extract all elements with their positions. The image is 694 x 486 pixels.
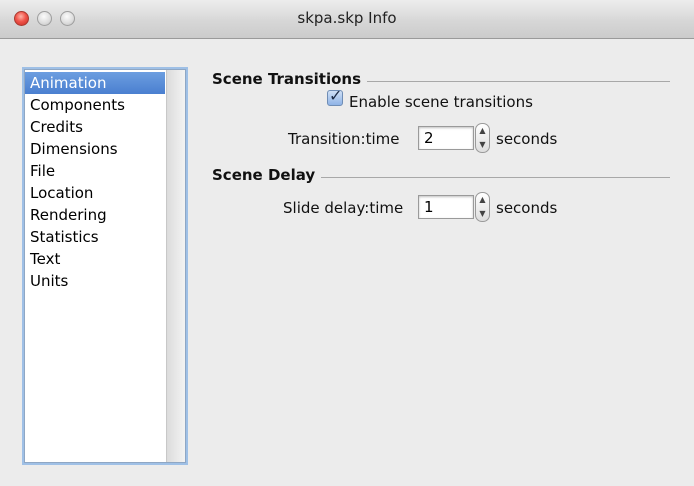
checkmark-icon: ✓ (329, 86, 343, 105)
category-item-credits[interactable]: Credits (25, 116, 165, 138)
triangle-down-icon[interactable]: ▼ (476, 138, 489, 152)
enable-transitions-checkbox[interactable]: ✓ (327, 86, 343, 106)
enable-transitions-label[interactable]: Enable scene transitions (349, 93, 533, 111)
category-item-location[interactable]: Location (25, 182, 165, 204)
info-window: skpa.skp Info Animation Components Credi… (0, 0, 694, 486)
category-item-dimensions[interactable]: Dimensions (25, 138, 165, 160)
slide-delay-stepper[interactable]: ▲ ▼ (475, 192, 490, 222)
scene-delay-heading: Scene Delay (212, 166, 322, 184)
category-list[interactable]: Animation Components Credits Dimensions … (24, 69, 186, 463)
transition-unit-label: seconds (496, 130, 558, 148)
category-item-rendering[interactable]: Rendering (25, 204, 165, 226)
transition-time-stepper[interactable]: ▲ ▼ (475, 123, 490, 153)
window-title: skpa.skp Info (297, 9, 397, 27)
list-scrollbar[interactable] (166, 70, 185, 462)
triangle-up-icon[interactable]: ▲ (476, 124, 489, 138)
slide-delay-label: Slide delay:time (283, 199, 404, 217)
transition-time-input[interactable]: 2 (418, 126, 474, 150)
category-item-statistics[interactable]: Statistics (25, 226, 165, 248)
triangle-down-icon[interactable]: ▼ (476, 207, 489, 221)
category-item-animation[interactable]: Animation (25, 72, 165, 94)
category-items: Animation Components Credits Dimensions … (25, 72, 165, 292)
category-item-file[interactable]: File (25, 160, 165, 182)
category-item-units[interactable]: Units (25, 270, 165, 292)
transition-time-label: Transition:time (288, 130, 400, 148)
slide-delay-input[interactable]: 1 (418, 195, 474, 219)
scene-transitions-heading: Scene Transitions (212, 70, 368, 88)
title-bar[interactable]: skpa.skp Info (0, 0, 694, 39)
slide-delay-unit-label: seconds (496, 199, 558, 217)
category-item-components[interactable]: Components (25, 94, 165, 116)
category-item-text[interactable]: Text (25, 248, 165, 270)
triangle-up-icon[interactable]: ▲ (476, 193, 489, 207)
